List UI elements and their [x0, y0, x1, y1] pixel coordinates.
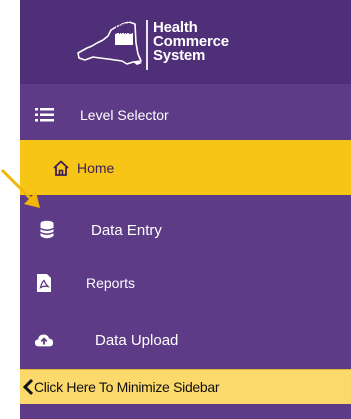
menu-item-label: Home [77, 159, 115, 176]
pointer-arrow-icon [0, 168, 40, 208]
menu-item-label: Data Entry [91, 221, 162, 239]
chevron-left-icon [22, 378, 34, 396]
sidebar: NEW YORK STATE Health Commerce System Le… [20, 0, 351, 419]
minimize-sidebar-button[interactable]: Click Here To Minimize Sidebar [20, 369, 351, 405]
menu-item-data-entry[interactable]: Data Entry [20, 203, 351, 257]
menu-item-label: Level Selector [80, 107, 169, 123]
database-icon [37, 220, 57, 240]
menu-item-data-upload[interactable]: Data Upload [20, 313, 351, 367]
pdf-document-icon [34, 273, 54, 293]
sidebar-bottom-strip [20, 404, 351, 419]
menu-item-level-selector[interactable]: Level Selector [20, 89, 351, 142]
menu-item-label: Data Upload [95, 331, 179, 349]
logo-divider [146, 20, 148, 70]
list-icon [35, 105, 55, 125]
menu-item-reports[interactable]: Reports [20, 256, 351, 310]
logo-title: Health Commerce System [153, 20, 229, 64]
menu-item-home[interactable]: Home [20, 140, 351, 195]
logo-title-line3: System [153, 47, 206, 64]
logo-state-name: NEW YORK STATE [113, 18, 133, 36]
menu-item-label: Reports [86, 275, 136, 291]
cloud-upload-icon [34, 330, 54, 350]
home-icon [51, 158, 71, 178]
logo-area[interactable]: NEW YORK STATE Health Commerce System [20, 0, 351, 84]
minimize-sidebar-label: Click Here To Minimize Sidebar [34, 379, 220, 395]
